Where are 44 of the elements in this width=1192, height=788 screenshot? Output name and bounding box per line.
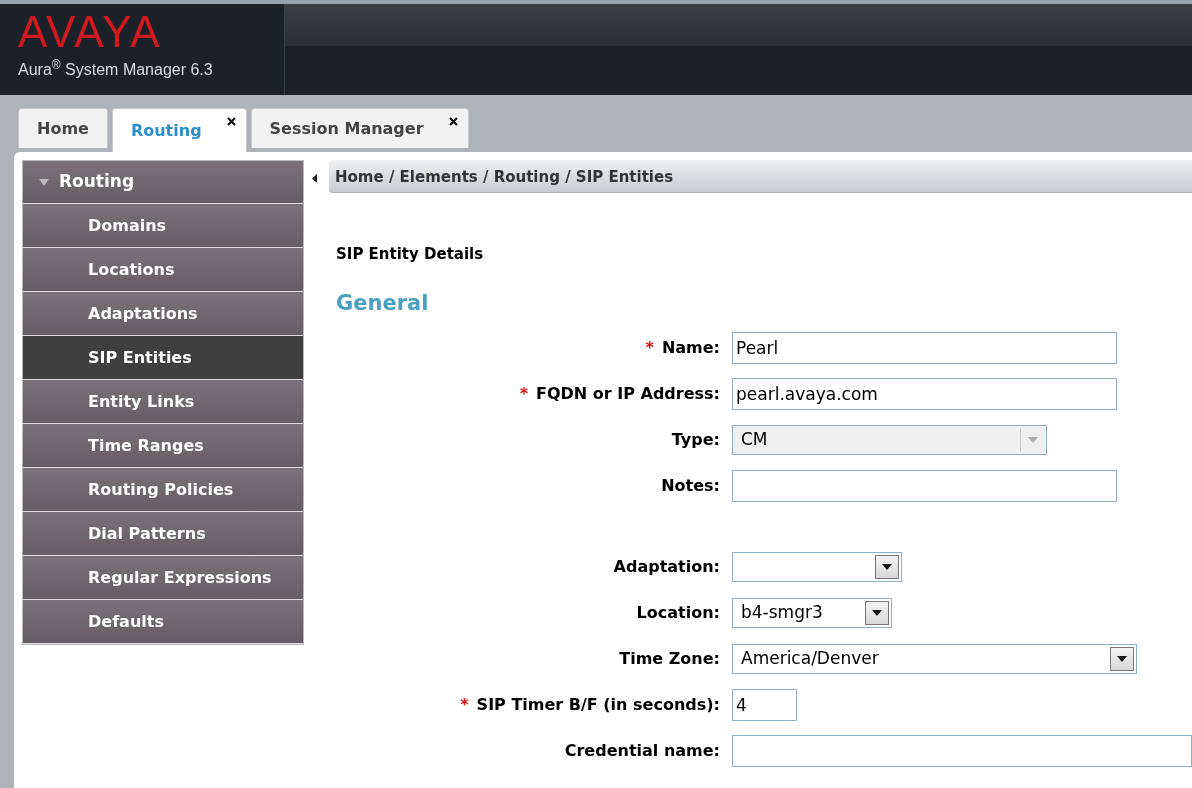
field-label: Type: (671, 429, 720, 451)
field-label: Adaptation: (613, 556, 720, 578)
expanded-triangle-icon (39, 178, 49, 186)
text-field[interactable]: pearl.avaya.com (732, 378, 1117, 410)
dropdown-arrow-icon (872, 610, 882, 616)
close-icon[interactable] (226, 117, 236, 126)
text-field[interactable]: 4 (732, 689, 797, 721)
sidebar-item[interactable]: Adaptations (23, 292, 304, 336)
text-field[interactable] (732, 470, 1117, 502)
sidebar-item[interactable]: Routing Policies (23, 468, 304, 512)
product-name: Aura$^{®}$ System Manager 6.3 (18, 58, 213, 80)
sidebar-item[interactable]: Defaults (23, 600, 304, 644)
close-icon[interactable] (448, 117, 458, 126)
tab[interactable]: Home (18, 108, 108, 148)
field-label: Time Zone: (619, 648, 720, 670)
sidebar-item[interactable]: Time Ranges (23, 424, 304, 468)
section-heading: General (336, 289, 429, 317)
breadcrumb: Home / Elements / Routing / SIP Entities (329, 160, 1192, 193)
dropdown-arrow-icon (1027, 437, 1038, 443)
dropdown[interactable]: b4-smgr3 (732, 598, 892, 628)
sidebar-item[interactable]: Regular Expressions (23, 556, 304, 600)
dropdown[interactable]: America/Denver (732, 644, 1137, 674)
sidebar-item[interactable]: SIP Entities (23, 336, 304, 380)
field-label: Credential name: (564, 740, 720, 762)
sidebar-item[interactable]: Locations (23, 248, 304, 292)
field-label: * FQDN or IP Address: (519, 383, 720, 405)
sidebar-item[interactable]: Dial Patterns (23, 512, 304, 556)
tab[interactable]: Routing (111, 108, 247, 152)
field-label: Location: (636, 602, 720, 624)
collapse-icon[interactable] (312, 174, 318, 183)
dropdown-arrow-icon (1117, 656, 1127, 662)
sidebar-item[interactable]: Domains (23, 204, 304, 248)
dropdown-arrow-icon (882, 564, 892, 570)
sidebar-header[interactable]: Routing (23, 161, 304, 204)
avaya-logo: AVAYA (18, 10, 162, 54)
field-label: Notes: (661, 475, 720, 497)
field-label: * SIP Timer B/F (in seconds): (460, 694, 720, 716)
text-field[interactable] (732, 735, 1192, 767)
form-title: SIP Entity Details (336, 244, 484, 265)
text-field[interactable]: Pearl (732, 332, 1117, 364)
field-label: * Name: (645, 337, 720, 359)
sidebar-item[interactable]: Entity Links (23, 380, 304, 424)
tab[interactable]: Session Manager (250, 108, 469, 148)
dropdown[interactable] (732, 552, 902, 582)
